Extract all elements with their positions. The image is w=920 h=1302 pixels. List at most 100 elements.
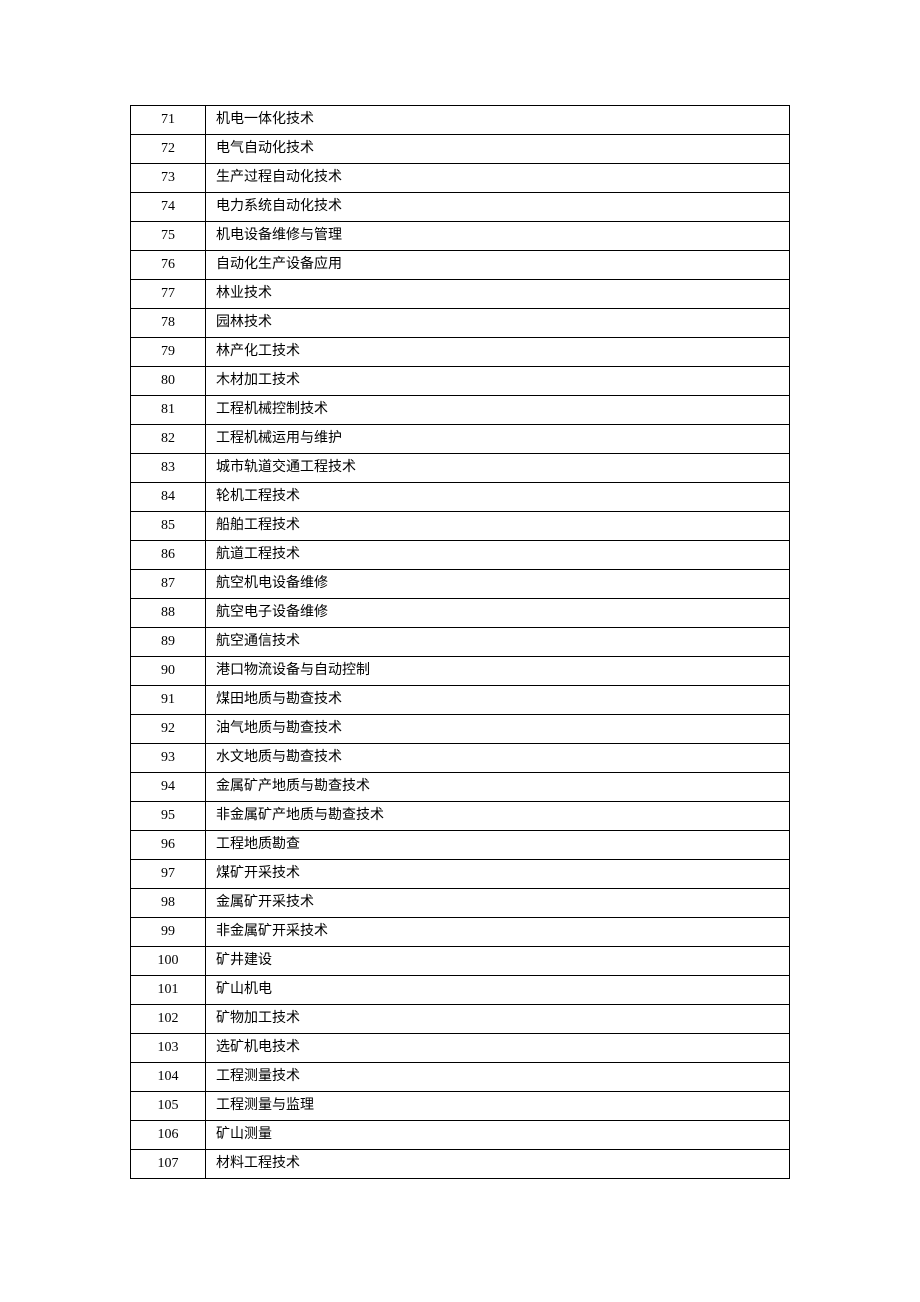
row-name: 工程测量技术: [206, 1063, 790, 1092]
row-name: 航道工程技术: [206, 541, 790, 570]
table-row: 81工程机械控制技术: [131, 396, 790, 425]
row-name: 矿山测量: [206, 1121, 790, 1150]
table-row: 100矿井建设: [131, 947, 790, 976]
row-number: 101: [131, 976, 206, 1005]
table-row: 79林产化工技术: [131, 338, 790, 367]
table-row: 96工程地质勘查: [131, 831, 790, 860]
table-row: 92油气地质与勘查技术: [131, 715, 790, 744]
row-number: 92: [131, 715, 206, 744]
row-name: 工程地质勘查: [206, 831, 790, 860]
row-name: 电力系统自动化技术: [206, 193, 790, 222]
table-row: 102矿物加工技术: [131, 1005, 790, 1034]
row-name: 园林技术: [206, 309, 790, 338]
row-number: 86: [131, 541, 206, 570]
table-row: 104工程测量技术: [131, 1063, 790, 1092]
row-number: 78: [131, 309, 206, 338]
row-number: 82: [131, 425, 206, 454]
row-name: 金属矿开采技术: [206, 889, 790, 918]
table-row: 72电气自动化技术: [131, 135, 790, 164]
row-number: 103: [131, 1034, 206, 1063]
table-row: 89航空通信技术: [131, 628, 790, 657]
row-number: 81: [131, 396, 206, 425]
table-row: 86航道工程技术: [131, 541, 790, 570]
row-number: 95: [131, 802, 206, 831]
table-row: 101矿山机电: [131, 976, 790, 1005]
table-row: 99非金属矿开采技术: [131, 918, 790, 947]
row-name: 木材加工技术: [206, 367, 790, 396]
row-name: 工程测量与监理: [206, 1092, 790, 1121]
table-row: 84轮机工程技术: [131, 483, 790, 512]
row-number: 98: [131, 889, 206, 918]
row-number: 77: [131, 280, 206, 309]
table-row: 74电力系统自动化技术: [131, 193, 790, 222]
table-row: 85船舶工程技术: [131, 512, 790, 541]
row-number: 91: [131, 686, 206, 715]
row-name: 矿物加工技术: [206, 1005, 790, 1034]
row-name: 非金属矿产地质与勘查技术: [206, 802, 790, 831]
table-row: 80木材加工技术: [131, 367, 790, 396]
row-number: 88: [131, 599, 206, 628]
row-name: 矿山机电: [206, 976, 790, 1005]
row-number: 89: [131, 628, 206, 657]
row-name: 电气自动化技术: [206, 135, 790, 164]
table-row: 87航空机电设备维修: [131, 570, 790, 599]
row-name: 轮机工程技术: [206, 483, 790, 512]
table-row: 95非金属矿产地质与勘查技术: [131, 802, 790, 831]
row-number: 75: [131, 222, 206, 251]
majors-table: 71机电一体化技术72电气自动化技术73生产过程自动化技术74电力系统自动化技术…: [130, 105, 790, 1179]
row-number: 93: [131, 744, 206, 773]
row-name: 自动化生产设备应用: [206, 251, 790, 280]
row-number: 104: [131, 1063, 206, 1092]
row-name: 船舶工程技术: [206, 512, 790, 541]
row-number: 71: [131, 106, 206, 135]
row-name: 选矿机电技术: [206, 1034, 790, 1063]
table-row: 83城市轨道交通工程技术: [131, 454, 790, 483]
row-name: 材料工程技术: [206, 1150, 790, 1179]
row-number: 73: [131, 164, 206, 193]
table-row: 71机电一体化技术: [131, 106, 790, 135]
table-row: 93水文地质与勘查技术: [131, 744, 790, 773]
table-row: 75机电设备维修与管理: [131, 222, 790, 251]
row-name: 航空电子设备维修: [206, 599, 790, 628]
row-name: 生产过程自动化技术: [206, 164, 790, 193]
row-number: 84: [131, 483, 206, 512]
row-number: 100: [131, 947, 206, 976]
table-row: 77林业技术: [131, 280, 790, 309]
table-row: 78园林技术: [131, 309, 790, 338]
row-number: 79: [131, 338, 206, 367]
row-number: 74: [131, 193, 206, 222]
row-number: 85: [131, 512, 206, 541]
row-number: 72: [131, 135, 206, 164]
table-row: 73生产过程自动化技术: [131, 164, 790, 193]
row-number: 96: [131, 831, 206, 860]
row-name: 港口物流设备与自动控制: [206, 657, 790, 686]
table-row: 82工程机械运用与维护: [131, 425, 790, 454]
row-number: 94: [131, 773, 206, 802]
table-body: 71机电一体化技术72电气自动化技术73生产过程自动化技术74电力系统自动化技术…: [131, 106, 790, 1179]
table-row: 90港口物流设备与自动控制: [131, 657, 790, 686]
row-name: 煤矿开采技术: [206, 860, 790, 889]
row-name: 机电设备维修与管理: [206, 222, 790, 251]
row-name: 林业技术: [206, 280, 790, 309]
row-name: 煤田地质与勘查技术: [206, 686, 790, 715]
row-name: 城市轨道交通工程技术: [206, 454, 790, 483]
row-name: 非金属矿开采技术: [206, 918, 790, 947]
row-name: 工程机械运用与维护: [206, 425, 790, 454]
row-name: 机电一体化技术: [206, 106, 790, 135]
row-number: 76: [131, 251, 206, 280]
table-row: 103选矿机电技术: [131, 1034, 790, 1063]
row-number: 106: [131, 1121, 206, 1150]
row-name: 金属矿产地质与勘查技术: [206, 773, 790, 802]
row-number: 107: [131, 1150, 206, 1179]
row-number: 90: [131, 657, 206, 686]
table-row: 94金属矿产地质与勘查技术: [131, 773, 790, 802]
row-name: 林产化工技术: [206, 338, 790, 367]
row-name: 工程机械控制技术: [206, 396, 790, 425]
table-row: 107材料工程技术: [131, 1150, 790, 1179]
row-number: 97: [131, 860, 206, 889]
table-row: 88航空电子设备维修: [131, 599, 790, 628]
row-number: 102: [131, 1005, 206, 1034]
row-number: 99: [131, 918, 206, 947]
row-name: 航空机电设备维修: [206, 570, 790, 599]
table-row: 76自动化生产设备应用: [131, 251, 790, 280]
